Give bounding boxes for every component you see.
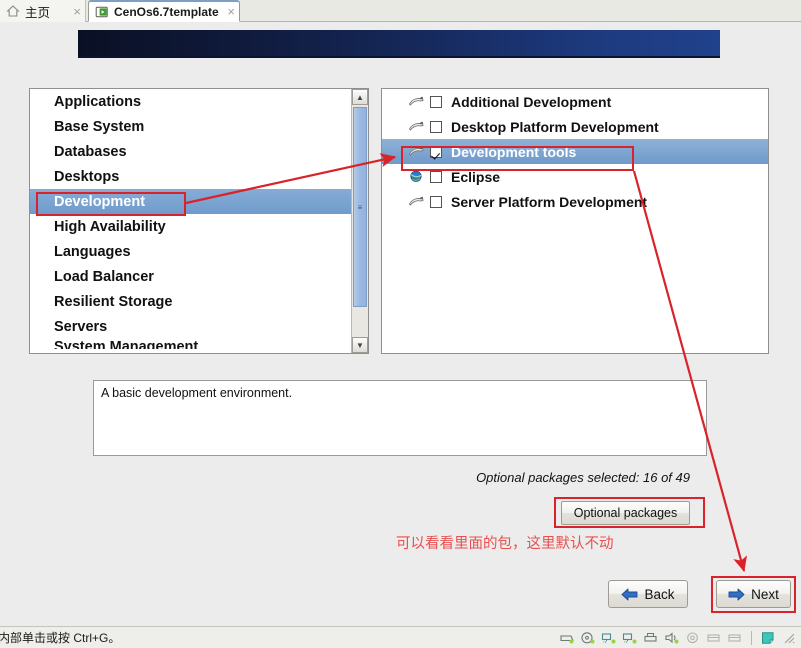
package-row[interactable]: Eclipse [382,164,768,189]
group-label: Resilient Storage [54,293,173,310]
status-bar-icons [559,630,801,645]
scroll-up-icon[interactable]: ▲ [352,89,368,105]
group-label: Languages [54,243,131,260]
package-checkbox[interactable] [430,195,442,208]
group-row[interactable]: Databases [30,139,368,164]
group-label: High Availability [54,218,166,235]
group-label: Base System [54,118,145,135]
package-row[interactable]: Server Platform Development [382,189,768,214]
removable-device-2-icon[interactable] [727,631,743,645]
home-icon [6,5,20,17]
tab-vm[interactable]: CenOs6.7template × [88,0,240,22]
group-label: System Management [54,339,199,349]
group-list-scrollbar[interactable]: ▲ ≡ ▼ [351,89,368,353]
package-label: Eclipse [451,168,501,185]
resize-grip-icon[interactable] [783,632,795,644]
group-row[interactable]: Load Balancer [30,264,368,289]
cdrom-icon[interactable] [580,631,596,645]
group-label: Load Balancer [54,268,154,285]
package-checkbox[interactable] [430,95,442,108]
group-row-development[interactable]: Development [30,189,368,214]
next-button-label: Next [751,586,779,602]
package-description-text: A basic development environment. [101,386,293,400]
tab-vm-label: CenOs6.7template [114,4,219,19]
removable-device-icon[interactable] [706,631,722,645]
group-label: Servers [54,318,108,335]
package-group-icon [408,96,424,106]
package-group-icon [408,196,424,206]
group-row[interactable]: Resilient Storage [30,289,368,314]
package-group-icon [408,146,424,156]
network-adapter-2-icon[interactable] [622,631,638,645]
package-row-development-tools[interactable]: Development tools [382,139,768,164]
package-group-icon [408,121,424,131]
group-row[interactable]: Applications [30,89,368,114]
group-row[interactable]: System Management [30,339,368,349]
arrow-left-icon [622,588,638,600]
usb-icon[interactable] [685,631,701,645]
package-label: Additional Development [451,93,612,110]
optional-packages-button-label: Optional packages [573,506,678,520]
printer-icon[interactable] [643,631,659,645]
group-row[interactable]: Base System [30,114,368,139]
arrow-right-icon [728,588,745,600]
installer-banner [78,30,720,58]
back-button-label: Back [644,586,675,602]
optional-packages-button[interactable]: Optional packages [561,501,690,525]
package-checkbox[interactable] [430,170,442,183]
package-checkbox-checked[interactable] [430,145,442,158]
group-label: Desktops [54,168,120,185]
package-checkbox-list-inner: Additional Development Desktop Platform … [382,89,768,353]
annotation-note-text: 可以看看里面的包，这里默认不动 [396,536,614,552]
note-icon[interactable] [760,631,776,645]
group-row[interactable]: Desktops [30,164,368,189]
vm-play-icon [95,6,108,17]
package-label: Server Platform Development [451,193,648,210]
group-row[interactable]: Servers [30,314,368,339]
package-group-list[interactable]: Applications Base System Databases Deskt… [29,88,369,354]
back-button[interactable]: Back [608,580,688,608]
package-row[interactable]: Additional Development [382,89,768,114]
tab-home-close-icon[interactable]: × [67,5,81,18]
tab-home-label: 主页 [25,5,51,20]
package-description-box: A basic development environment. [93,380,707,456]
globe-package-icon [410,170,422,182]
scrollbar-thumb[interactable]: ≡ [353,107,367,307]
scroll-down-icon[interactable]: ▼ [352,337,368,353]
tab-vm-close-icon[interactable]: × [221,5,235,18]
package-group-list-inner: Applications Base System Databases Deskt… [30,89,368,353]
package-label: Development tools [451,143,577,160]
network-adapter-icon[interactable] [601,631,617,645]
optional-packages-count: Optional packages selected: 16 of 49 [476,470,690,485]
harddisk-icon[interactable] [559,631,575,645]
status-bar: 内部单击或按 Ctrl+G。 [0,626,801,648]
group-label: Applications [54,93,142,110]
package-checkbox[interactable] [430,120,442,133]
tab-bar: 主页 × CenOs6.7template × [0,0,801,22]
sound-icon[interactable] [664,631,680,645]
group-label: Databases [54,143,127,160]
vmware-window: 主页 × CenOs6.7template × Applications Bas… [0,0,801,648]
group-label: Development [54,193,146,210]
group-row[interactable]: High Availability [30,214,368,239]
status-bar-text: 内部单击或按 Ctrl+G。 [0,631,121,645]
package-checkbox-list[interactable]: Additional Development Desktop Platform … [381,88,769,354]
tab-home[interactable]: 主页 × [0,0,86,22]
package-label: Desktop Platform Development [451,118,659,135]
group-row[interactable]: Languages [30,239,368,264]
next-button[interactable]: Next [716,580,791,608]
status-bar-separator [751,630,752,645]
package-row[interactable]: Desktop Platform Development [382,114,768,139]
